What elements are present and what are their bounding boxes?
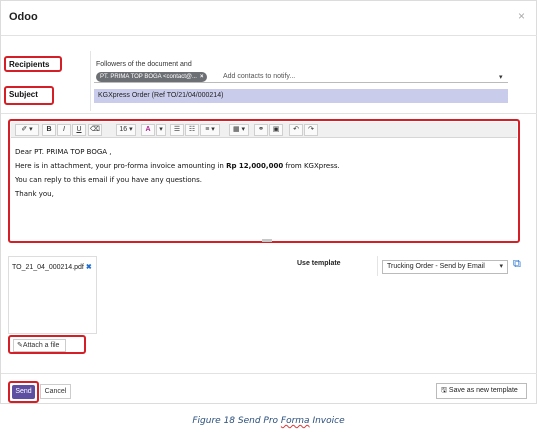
recipients-label: Recipients bbox=[9, 60, 50, 69]
font-color-button[interactable]: A bbox=[141, 124, 155, 136]
underline-button[interactable]: U bbox=[72, 124, 86, 136]
close-icon[interactable]: × bbox=[518, 9, 525, 23]
style-dropdown[interactable]: ✐ ▾ bbox=[15, 124, 39, 136]
email-compose-dialog: Odoo × Recipients Subject Followers of t… bbox=[0, 0, 537, 404]
template-select[interactable]: Trucking Order - Send by Email ▾ bbox=[382, 260, 508, 274]
recipient-tag[interactable]: PT. PRIMA TOP BOGA <contact@... × bbox=[96, 72, 208, 82]
unordered-list-icon[interactable]: ☰ bbox=[170, 124, 184, 136]
body-line-1: Here is in attachment, your pro-forma in… bbox=[15, 162, 340, 170]
redo-icon[interactable]: ↷ bbox=[304, 124, 318, 136]
image-icon[interactable]: ▣ bbox=[269, 124, 283, 136]
recipients-dropdown-icon[interactable]: ▾ bbox=[499, 73, 503, 81]
external-link-icon[interactable]: ⧉ bbox=[513, 258, 525, 270]
use-template-label: Use template bbox=[297, 260, 341, 267]
recipient-tag-label: PT. PRIMA TOP BOGA <contact@... bbox=[100, 74, 197, 80]
label-separator bbox=[90, 51, 91, 111]
italic-button[interactable]: I bbox=[57, 124, 71, 136]
email-body-editor[interactable]: Dear PT. PRIMA TOP BOGA , Here is in att… bbox=[15, 145, 515, 201]
bold-button[interactable]: B bbox=[42, 124, 56, 136]
ordered-list-icon[interactable]: ☷ bbox=[185, 124, 199, 136]
invoice-amount: Rp 12,000,000 bbox=[226, 162, 284, 170]
remove-attachment-icon[interactable]: ✖ bbox=[86, 264, 92, 271]
followers-note: Followers of the document and bbox=[96, 61, 192, 68]
body-closing: Thank you, bbox=[15, 190, 54, 198]
template-dropdown-icon: ▾ bbox=[499, 263, 503, 270]
template-separator bbox=[377, 256, 378, 276]
link-icon[interactable]: ⚭ bbox=[254, 124, 268, 136]
table-dropdown[interactable]: ▦ ▾ bbox=[229, 124, 249, 136]
attach-file-button[interactable]: ✎Attach a file bbox=[13, 339, 66, 352]
dialog-title: Odoo bbox=[9, 11, 38, 23]
attachment-item[interactable]: TO_21_04_000214.pdf ✖ bbox=[12, 263, 92, 271]
template-select-value: Trucking Order - Send by Email bbox=[387, 263, 485, 270]
eraser-icon[interactable]: ⌫ bbox=[88, 124, 102, 136]
remove-recipient-icon[interactable]: × bbox=[200, 74, 204, 80]
subject-label: Subject bbox=[9, 90, 38, 99]
send-button[interactable]: Send bbox=[12, 385, 35, 399]
fields-divider bbox=[1, 113, 537, 114]
editor-resize-handle[interactable] bbox=[262, 239, 272, 242]
align-dropdown[interactable]: ≡ ▾ bbox=[200, 124, 220, 136]
cancel-button[interactable]: Cancel bbox=[40, 384, 71, 399]
footer-divider bbox=[1, 373, 537, 374]
editor-toolbar: ✐ ▾ B I U ⌫ 16 ▾ A ▾ ☰ ☷ ≡ ▾ ▦ ▾ ⚭ ▣ ↶ ↷ bbox=[11, 122, 517, 138]
body-greeting: Dear PT. PRIMA TOP BOGA , bbox=[15, 148, 112, 156]
attachment-filename[interactable]: TO_21_04_000214.pdf bbox=[12, 264, 84, 271]
recipients-placeholder: Add contacts to notify... bbox=[223, 73, 296, 80]
header-divider bbox=[1, 35, 537, 36]
undo-icon[interactable]: ↶ bbox=[289, 124, 303, 136]
save-as-template-button[interactable]: 🖫 Save as new template bbox=[436, 383, 527, 399]
font-size-dropdown[interactable]: 16 ▾ bbox=[116, 124, 136, 136]
subject-field[interactable]: KGXpress Order (Ref TO/21/04/000214) bbox=[94, 89, 508, 103]
figure-caption: Figure 18 Send Pro Forma Invoice bbox=[192, 416, 345, 426]
body-line-2: You can reply to this email if you have … bbox=[15, 176, 202, 184]
font-color-dropdown[interactable]: ▾ bbox=[156, 124, 166, 136]
